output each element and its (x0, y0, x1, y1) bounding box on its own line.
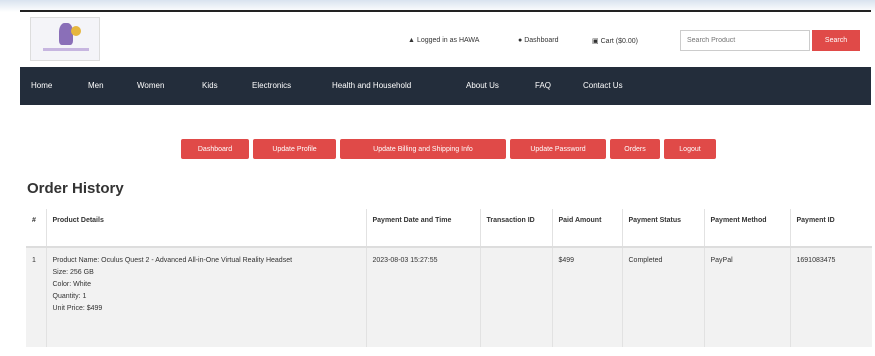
store-logo[interactable] (30, 17, 100, 61)
product-quantity: Quantity: 1 (52, 293, 87, 300)
nav-women[interactable]: Women (137, 81, 164, 90)
cart-icon: ▣ (592, 38, 599, 45)
nav-about-us[interactable]: About Us (466, 81, 499, 90)
col-header-payment-status: Payment Status (621, 209, 704, 248)
product-size: Size: 256 GB (52, 269, 94, 276)
cell-paid-amount: $499 (551, 247, 622, 347)
cell-transaction-id (479, 247, 552, 347)
product-unit-price: Unit Price: $499 (52, 305, 103, 312)
cart-link[interactable]: ▣ Cart ($0.00) (592, 37, 638, 45)
nav-electronics[interactable]: Electronics (252, 81, 291, 90)
cell-payment-id: 1691083475 (789, 247, 872, 347)
nav-contact-us[interactable]: Contact Us (583, 81, 623, 90)
search-input[interactable] (680, 30, 810, 51)
nav-faq[interactable]: FAQ (535, 81, 551, 90)
logo-text-bar (43, 48, 89, 51)
nav-men[interactable]: Men (88, 81, 104, 90)
top-divider (20, 10, 871, 12)
product-name: Product Name: Oculus Quest 2 - Advanced … (52, 257, 293, 264)
logo-circle (71, 26, 81, 36)
order-history-table: # Product Details Payment Date and Time … (26, 209, 872, 347)
dashboard-icon: ● (518, 37, 523, 44)
cell-payment-method: PayPal (703, 247, 790, 347)
col-header-payment-id: Payment ID (789, 209, 872, 248)
tab-logout[interactable]: Logout (664, 139, 716, 159)
tab-update-password[interactable]: Update Password (510, 139, 606, 159)
tab-update-profile[interactable]: Update Profile (253, 139, 336, 159)
product-color: Color: White (52, 281, 92, 288)
site-header: ▲ Logged in as HAWA ● Dashboard ▣ Cart ($0.… (20, 13, 871, 63)
tab-update-billing-shipping[interactable]: Update Billing and Shipping Info (340, 139, 506, 159)
cell-number: 1 (26, 247, 46, 347)
col-header-transaction-id: Transaction ID (479, 209, 552, 248)
cell-payment-date: 2023-08-03 15:27:55 (365, 247, 480, 347)
logo-figure (59, 23, 73, 45)
tab-dashboard[interactable]: Dashboard (181, 139, 249, 159)
account-tabs: Dashboard Update Profile Update Billing … (0, 139, 875, 159)
tab-orders[interactable]: Orders (610, 139, 660, 159)
logged-in-link[interactable]: ▲ Logged in as HAWA (408, 37, 479, 44)
search-button[interactable]: Search (812, 30, 860, 51)
dashboard-link[interactable]: ● Dashboard (518, 37, 558, 44)
col-header-number: # (26, 209, 46, 248)
cell-product-details: Product Name: Oculus Quest 2 - Advanced … (45, 247, 366, 347)
cart-label: Cart ($0.00) (600, 38, 638, 45)
col-header-payment-date: Payment Date and Time (365, 209, 480, 248)
nav-home[interactable]: Home (31, 81, 52, 90)
logged-in-label: Logged in as HAWA (416, 37, 480, 44)
col-header-payment-method: Payment Method (703, 209, 790, 248)
cell-payment-status: Completed (621, 247, 704, 347)
table-header-row: # Product Details Payment Date and Time … (26, 209, 872, 248)
page-title: Order History (27, 180, 124, 197)
col-header-product-details: Product Details (45, 209, 366, 248)
table-row: 1 Product Name: Oculus Quest 2 - Advance… (26, 247, 872, 347)
dashboard-label: Dashboard (524, 37, 559, 44)
main-navbar: Home Men Women Kids Electronics Health a… (20, 67, 871, 105)
nav-kids[interactable]: Kids (202, 81, 218, 90)
col-header-paid-amount: Paid Amount (551, 209, 622, 248)
user-icon: ▲ (408, 37, 415, 44)
nav-health-household[interactable]: Health and Household (332, 81, 411, 90)
